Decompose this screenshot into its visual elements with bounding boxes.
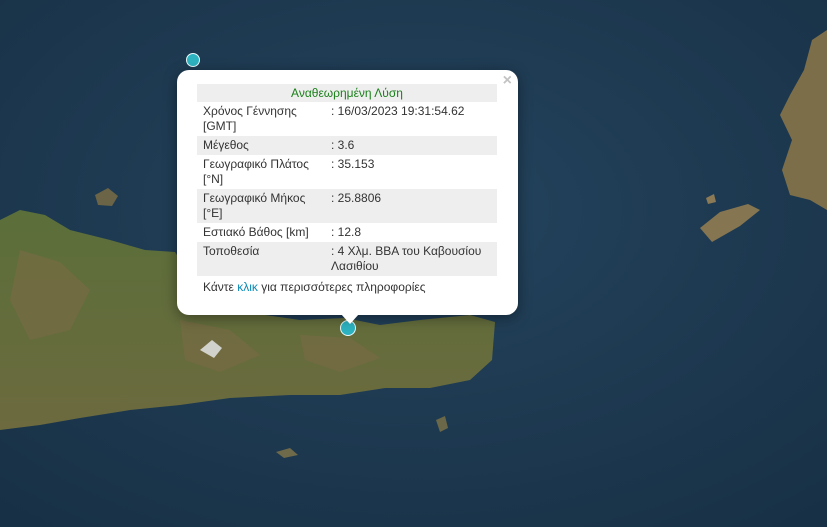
- detail-row: Γεωγραφικό Μήκος [°E] : 25.8806: [197, 189, 497, 223]
- more-info-prefix: Κάντε: [203, 280, 238, 294]
- earthquake-details: Χρόνος Γέννησης [GMT] : 16/03/2023 19:31…: [197, 102, 497, 276]
- detail-value: : 25.8806: [321, 189, 497, 223]
- popup-title: Αναθεωρημένη Λύση: [197, 84, 497, 102]
- close-icon[interactable]: ×: [503, 73, 512, 89]
- more-info-text: Κάντε κλικ για περισσότερες πληροφορίες: [197, 276, 497, 298]
- detail-label: Χρόνος Γέννησης [GMT]: [203, 104, 297, 133]
- more-info-suffix: για περισσότερες πληροφορίες: [257, 280, 426, 294]
- detail-value: : 3.6: [321, 136, 497, 155]
- detail-label: Μέγεθος: [197, 136, 321, 155]
- detail-row: Τοποθεσία : 4 Χλμ. ΒΒΑ του Καβουσίου Λασ…: [197, 242, 497, 276]
- detail-label: Γεωγραφικό Μήκος [°E]: [197, 189, 321, 223]
- detail-label: Τοποθεσία: [197, 242, 321, 276]
- detail-value: : 12.8: [331, 225, 362, 239]
- detail-row: Γεωγραφικό Πλάτος [°N] : 35.153: [197, 155, 497, 189]
- more-info-link[interactable]: κλικ: [237, 280, 258, 294]
- earthquake-popup: × Αναθεωρημένη Λύση Χρόνος Γέννησης [GMT…: [177, 70, 518, 324]
- detail-row: Μέγεθος : 3.6: [197, 136, 497, 155]
- detail-value: : 35.153: [331, 157, 375, 171]
- detail-row: Εστιακό Βάθος [km] : 12.8: [197, 223, 497, 242]
- detail-row: Χρόνος Γέννησης [GMT] : 16/03/2023 19:31…: [197, 102, 497, 136]
- detail-label: Εστιακό Βάθος [km]: [203, 225, 309, 239]
- detail-value: : 16/03/2023 19:31:54.62: [331, 104, 465, 118]
- detail-label: Γεωγραφικό Πλάτος [°N]: [203, 157, 309, 186]
- popup-tip: [341, 314, 359, 324]
- earthquake-marker[interactable]: [186, 53, 200, 67]
- detail-value: : 4 Χλμ. ΒΒΑ του Καβουσίου Λασιθίου: [321, 242, 497, 276]
